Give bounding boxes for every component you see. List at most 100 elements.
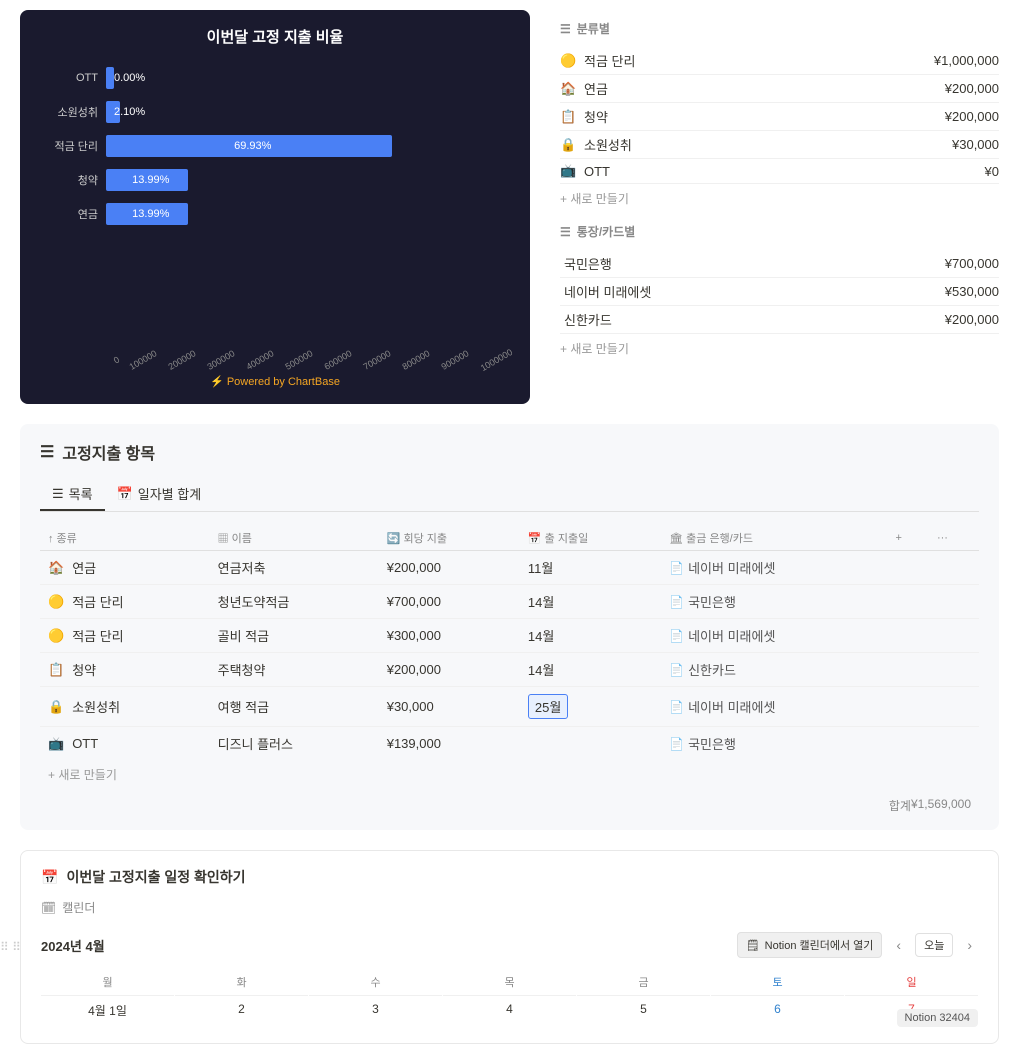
col-more[interactable]: ··· bbox=[929, 526, 979, 551]
x-label-0: 0 bbox=[112, 354, 121, 365]
chart-title: 이번달 고정 지출 비율 bbox=[36, 26, 514, 47]
row-amount-wish: ¥30,000 bbox=[379, 687, 520, 727]
table-footer: 합계 ¥1,569,000 bbox=[40, 789, 979, 814]
row-type-label-pension: 연금 bbox=[72, 558, 96, 577]
calendar-sub-label: 캘린더 bbox=[62, 899, 95, 916]
bar-fill-wish: 2.10% bbox=[106, 101, 120, 123]
row-name-sub: 주택청약 bbox=[210, 653, 379, 687]
total-label: 합계 bbox=[889, 797, 911, 814]
notion-calendar-button[interactable]: 🗒 Notion 캘린더에서 열기 bbox=[737, 932, 883, 958]
bank-name-savings1: 국민은행 bbox=[688, 592, 736, 611]
calendar-controls: 🗒 Notion 캘린더에서 열기 ‹ 오늘 › bbox=[737, 932, 978, 958]
fixed-expenses-title: ☰ 고정지출 항목 bbox=[40, 440, 979, 464]
calendar-day-4[interactable]: 4 bbox=[443, 995, 576, 1027]
row-icon-pension: 🏠 bbox=[48, 560, 64, 576]
naver-name: 네이버 미래에셋 bbox=[560, 282, 945, 301]
add-bank-button[interactable]: + 새로 만들기 bbox=[560, 340, 999, 357]
categories-container: ☰ 분류별 🟡 적금 단리 ¥1,000,000 🏠 연금 ¥200,000 📋… bbox=[560, 10, 999, 404]
row-name-wish: 여행 적금 bbox=[210, 687, 379, 727]
row-day-wish[interactable]: 25월 bbox=[520, 687, 661, 727]
top-section: 이번달 고정 지출 비율 OTT 0.00% 소원성취 bbox=[20, 10, 999, 404]
table-row: 📋 청약 주택청약 ¥200,000 14월 📄 신한카드 bbox=[40, 653, 979, 687]
calendar-title: 📅 이번달 고정지출 일정 확인하기 bbox=[41, 867, 978, 887]
day-header-sun: 일 bbox=[845, 970, 978, 994]
row-type-savings2: 🟡 적금 단리 bbox=[40, 619, 210, 653]
calendar-month: 2024년 4월 bbox=[41, 936, 105, 955]
fixed-expenses-section: ☰ 고정지출 항목 ☰ 목록 📅 일자별 합계 ↑ 종류 bbox=[20, 424, 999, 830]
bar-percent-pension: 13.99% bbox=[132, 208, 169, 220]
bank-name-pension: 네이버 미래에셋 bbox=[688, 558, 775, 577]
day-header-thu: 목 bbox=[443, 970, 576, 994]
calendar-day-5[interactable]: 5 bbox=[577, 995, 710, 1027]
bar-fill-ott: 0.00% bbox=[106, 67, 114, 89]
notion-icon: 🗒 bbox=[746, 939, 760, 952]
table-row: 📺 OTT 디즈니 플러스 ¥139,000 📄 국민은행 bbox=[40, 727, 979, 761]
bar-track-savings: 69.93% bbox=[106, 135, 514, 157]
category-row-pension: 🏠 연금 ¥200,000 bbox=[560, 75, 999, 103]
table-row: 🟡 적금 단리 골비 적금 ¥300,000 14월 📄 네이버 미래에셋 bbox=[40, 619, 979, 653]
table-row: 🟡 적금 단리 청년도약적금 ¥700,000 14월 📄 국민은행 bbox=[40, 585, 979, 619]
savings-name: 적금 단리 bbox=[580, 51, 934, 70]
add-type-button[interactable]: + 새로 만들기 bbox=[560, 190, 999, 207]
category-row-ott: 📺 OTT ¥0 bbox=[560, 159, 999, 184]
bar-label-wish: 소원성취 bbox=[36, 104, 106, 120]
row-type-pension: 🏠 연금 bbox=[40, 551, 210, 585]
x-label-500k: 500000 bbox=[283, 348, 314, 372]
bar-label-pension: 연금 bbox=[36, 206, 106, 222]
bar-track-wish: 2.10% bbox=[106, 101, 514, 123]
notion-32404-label: Notion 32404 bbox=[905, 1012, 970, 1024]
calendar-day-6[interactable]: 6 bbox=[711, 995, 844, 1027]
bar-row-wish: 소원성취 2.10% bbox=[36, 101, 514, 123]
bar-track-subscription: 13.99% bbox=[106, 169, 514, 191]
tab-daily-label: 일자별 합계 bbox=[138, 484, 201, 503]
bar-fill-pension: 13.99% bbox=[106, 203, 188, 225]
x-axis: 0 100000 200000 300000 400000 500000 600… bbox=[36, 355, 514, 365]
expense-table: ↑ 종류 ▦ 이름 🔄 회당 지출 📅 출 지출일 🏛 출금 은행/카드 + bbox=[40, 526, 979, 760]
chart-footer: ⚡ Powered by ChartBase bbox=[36, 375, 514, 388]
subscription-amount: ¥200,000 bbox=[945, 109, 999, 124]
chart-container: 이번달 고정 지출 비율 OTT 0.00% 소원성취 bbox=[20, 10, 530, 404]
bar-percent-savings: 69.93% bbox=[234, 140, 271, 152]
row-amount-savings1: ¥700,000 bbox=[379, 585, 520, 619]
x-label-900k: 900000 bbox=[439, 348, 470, 372]
calendar-icon: 📅 bbox=[41, 869, 58, 886]
row-bank-ott: 📄 국민은행 bbox=[661, 727, 887, 761]
calendar-today-button[interactable]: 오늘 bbox=[915, 933, 953, 957]
row-type-wish: 🔒 소원성취 bbox=[40, 687, 210, 727]
bank-row-shinhan: 신한카드 ¥200,000 bbox=[560, 306, 999, 334]
type-header-label: 분류별 bbox=[577, 20, 610, 37]
x-label-300k: 300000 bbox=[205, 348, 236, 372]
list-icon: ☰ bbox=[560, 22, 571, 36]
bar-label-savings: 적금 단리 bbox=[36, 138, 106, 154]
bank-list-icon: ☰ bbox=[560, 225, 571, 239]
tab-list[interactable]: ☰ 목록 bbox=[40, 478, 105, 511]
col-type: ↑ 종류 bbox=[40, 526, 210, 551]
col-add[interactable]: + bbox=[887, 526, 929, 551]
x-label-200k: 200000 bbox=[166, 348, 197, 372]
bar-label-subscription: 청약 bbox=[36, 172, 106, 188]
col-day: 📅 출 지출일 bbox=[520, 526, 661, 551]
bank-doc-icon-sub: 📄 bbox=[669, 663, 684, 677]
notion-btn-label: Notion 캘린더에서 열기 bbox=[765, 937, 874, 953]
highlighted-day-wish[interactable]: 25월 bbox=[528, 694, 568, 719]
tab-daily[interactable]: 📅 일자별 합계 bbox=[105, 478, 214, 511]
tab-daily-icon: 📅 bbox=[117, 486, 133, 502]
calendar-header-row: 2024년 4월 🗒 Notion 캘린더에서 열기 ‹ 오늘 › bbox=[41, 932, 978, 958]
col-amount-icon: 🔄 bbox=[387, 533, 401, 545]
calendar-sub-icon: 🗓 bbox=[41, 901, 56, 915]
calendar-day-3[interactable]: 3 bbox=[309, 995, 442, 1027]
ott-name: OTT bbox=[580, 164, 985, 179]
calendar-next-button[interactable]: › bbox=[961, 935, 978, 955]
category-row-savings: 🟡 적금 단리 ¥1,000,000 bbox=[560, 47, 999, 75]
pension-name: 연금 bbox=[580, 79, 945, 98]
bank-header-label: 통장/카드별 bbox=[577, 223, 636, 240]
calendar-day-1[interactable]: 4월 1일 bbox=[41, 995, 174, 1027]
calendar-prev-button[interactable]: ‹ bbox=[890, 935, 907, 955]
pension-icon: 🏠 bbox=[560, 81, 580, 97]
calendar-day-2[interactable]: 2 bbox=[175, 995, 308, 1027]
calendar-grid: 월 화 수 목 금 토 일 4월 1일 2 3 4 5 6 7 bbox=[41, 970, 978, 1027]
bank-name-sub: 신한카드 bbox=[688, 660, 736, 679]
add-expense-row-button[interactable]: + 새로 만들기 bbox=[40, 760, 979, 789]
day-header-tue: 화 bbox=[175, 970, 308, 994]
row-name-pension: 연금저축 bbox=[210, 551, 379, 585]
